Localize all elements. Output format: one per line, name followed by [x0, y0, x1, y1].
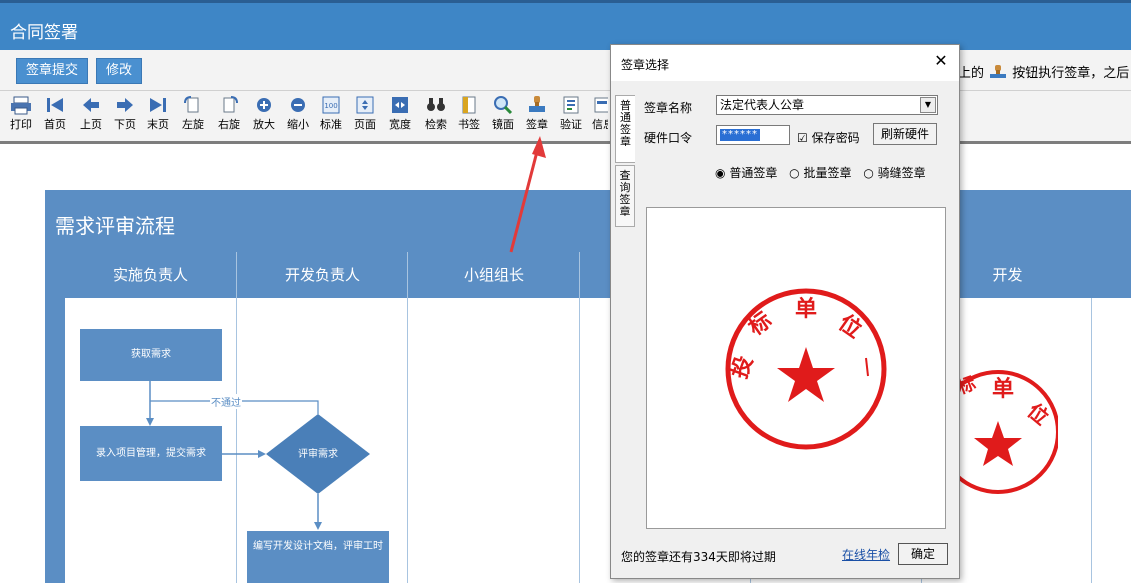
dialog-title-bar: 签章选择 ✕	[611, 45, 959, 81]
save-password-checkbox[interactable]: ☑ 保存密码	[797, 129, 860, 146]
save-password-label: 保存密码	[811, 131, 860, 145]
node-get-requirement: 获取需求	[80, 329, 222, 381]
checkbox-checked-icon: ☑	[797, 131, 808, 145]
svg-text:单: 单	[992, 376, 1014, 402]
radio-normal-seal[interactable]: ◉ 普通签章	[715, 166, 781, 180]
seal-mode-radios: ◉ 普通签章 ○ 批量签章 ○ 骑缝签章	[715, 164, 934, 181]
node-enter-requirement: 录入项目管理，提交需求	[80, 426, 222, 481]
document-seal: 单 位 标	[958, 370, 1058, 494]
radio-straddle-seal[interactable]: ○ 骑缝签章	[863, 166, 925, 180]
radio-label: 骑缝签章	[877, 166, 926, 180]
dialog-title: 签章选择	[621, 58, 670, 72]
pin-input[interactable]: ******	[716, 125, 790, 145]
annotation-arrow	[509, 139, 542, 253]
radio-empty-icon: ○	[789, 166, 800, 180]
radio-batch-seal[interactable]: ○ 批量签章	[789, 166, 855, 180]
chevron-down-icon[interactable]: ▼	[920, 97, 936, 113]
seal-name-value: 法定代表人公章	[720, 98, 805, 112]
seal-char: 标	[744, 307, 777, 341]
seal-name-select[interactable]: 法定代表人公章 ▼	[716, 95, 938, 115]
node-review: 评审需求	[298, 449, 338, 460]
radio-label: 批量签章	[803, 166, 852, 180]
pin-label: 硬件口令	[644, 131, 693, 145]
radio-empty-icon: ○	[863, 166, 874, 180]
seal-preview: 投 标 单 位	[646, 207, 946, 529]
seal-name-label: 签章名称	[644, 101, 693, 115]
seal-char: 单	[795, 296, 817, 322]
node-write-doc: 编写开发设计文档，评审工时	[247, 531, 389, 583]
reject-label: 不通过	[210, 394, 242, 409]
pin-value: ******	[720, 129, 760, 141]
tab-normal-seal[interactable]: 普通签章	[615, 95, 635, 163]
ok-button[interactable]: 确定	[898, 543, 948, 565]
seal-select-dialog: 签章选择 ✕ 普通签章 查询签章 签章名称 法定代表人公章 ▼ 硬件口令 ***…	[610, 44, 960, 579]
expire-notice: 您的签章还有334天即将过期	[621, 550, 776, 564]
close-icon[interactable]: ✕	[931, 51, 951, 70]
refresh-hardware-button[interactable]: 刷新硬件	[873, 123, 937, 145]
seal-image: 投 标 单 位	[725, 288, 887, 450]
radio-label: 普通签章	[729, 166, 778, 180]
online-check-link[interactable]: 在线年检	[842, 546, 890, 563]
tab-query-seal[interactable]: 查询签章	[615, 165, 635, 227]
radio-selected-icon: ◉	[715, 166, 726, 180]
